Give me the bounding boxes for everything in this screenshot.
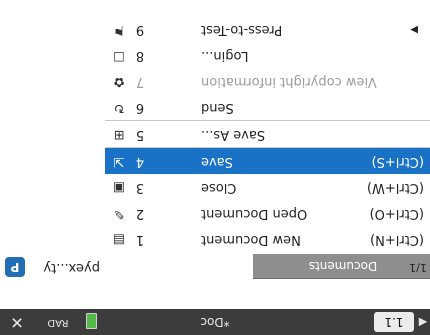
menu-item-number: 6	[135, 100, 145, 115]
menu-item-number: 2	[135, 206, 145, 221]
menu-item-number: 7	[135, 74, 145, 89]
menu-item-send[interactable]: Send 6 ↻	[105, 94, 430, 120]
submenu-title: Documents	[308, 259, 378, 273]
menu-item-number: 4	[135, 154, 145, 169]
save-as-icon: ⊞	[113, 127, 125, 142]
menu-item-new-document[interactable]: New Document (Ctrl+N) 1 ▤	[105, 226, 430, 252]
menu-item-label: View copyright information	[201, 74, 377, 89]
login-icon: ☐	[113, 48, 125, 63]
menu-item-label: Press-to-Test	[201, 22, 283, 37]
menu-item-number: 5	[135, 127, 145, 142]
press-to-test-icon: ⚑	[113, 22, 125, 37]
battery-icon	[86, 313, 97, 329]
menu-item-login[interactable]: Login... 8 ☐	[105, 42, 430, 68]
menu-item-number: 3	[135, 180, 145, 195]
calculator-screen: ◀ 1.1 *Doc RAD ✕ Documents 1/1 P pyex...…	[0, 0, 430, 335]
menu-item-save-as[interactable]: Save As... 5 ⊞	[105, 121, 430, 147]
top-status-bar: ◀ 1.1 *Doc RAD ✕	[0, 309, 430, 335]
menu-item-shortcut: (Ctrl+N)	[370, 232, 424, 247]
menu-item-open-document[interactable]: Open Document (Ctrl+O) 2 ✎	[105, 200, 430, 226]
menu-divider	[105, 120, 430, 121]
python-app-icon: P	[5, 257, 25, 277]
submenu-header: Documents	[253, 254, 430, 279]
menu-item-label: Send	[201, 100, 234, 115]
tab-1-1[interactable]: 1.1	[374, 312, 414, 332]
angle-mode-label: RAD	[47, 317, 69, 328]
menu-item-shortcut: (Ctrl+W)	[366, 180, 424, 195]
menu-item-shortcut: (Ctrl+S)	[371, 154, 424, 169]
close-document-icon: ▣	[112, 180, 126, 195]
file-name: pyex...ty	[43, 260, 100, 275]
documents-menu: New Document (Ctrl+N) 1 ▤ Open Document …	[105, 0, 430, 252]
close-icon[interactable]: ✕	[4, 309, 30, 335]
menu-divider	[105, 147, 430, 148]
open-document-icon: ✎	[113, 206, 125, 221]
menu-item-number: 9	[135, 22, 145, 37]
menu-item-number: 8	[135, 48, 145, 63]
menu-item-press-to-test[interactable]: Press-to-Test ▶ 9 ⚑	[105, 16, 430, 42]
menu-item-save[interactable]: Save (Ctrl+S) 4 ⇲	[105, 148, 430, 174]
settings-icon: ✿	[113, 74, 125, 89]
tab-scroll-left-icon[interactable]: ◀	[416, 309, 430, 335]
menu-item-label: New Document	[201, 232, 301, 247]
submenu-arrow-icon: ▶	[410, 24, 418, 35]
new-document-icon: ▤	[112, 232, 126, 247]
menu-item-label: Close	[201, 180, 237, 195]
menu-item-number: 1	[135, 232, 145, 247]
menu-item-close[interactable]: Close (Ctrl+W) 3 ▣	[105, 174, 430, 200]
menu-item-copyright[interactable]: View copyright information 7 ✿	[105, 68, 430, 94]
menu-item-shortcut: (Ctrl+O)	[369, 206, 424, 221]
send-icon: ↻	[113, 100, 125, 115]
menu-item-label: Open Document	[201, 206, 308, 221]
save-icon: ⇲	[113, 154, 125, 169]
menu-item-label: Login...	[201, 48, 249, 63]
document-title: *Doc	[200, 315, 230, 329]
page-counter: 1/1	[409, 261, 427, 274]
menu-item-label: Save As...	[201, 127, 266, 142]
menu-item-label: Save	[201, 154, 233, 169]
